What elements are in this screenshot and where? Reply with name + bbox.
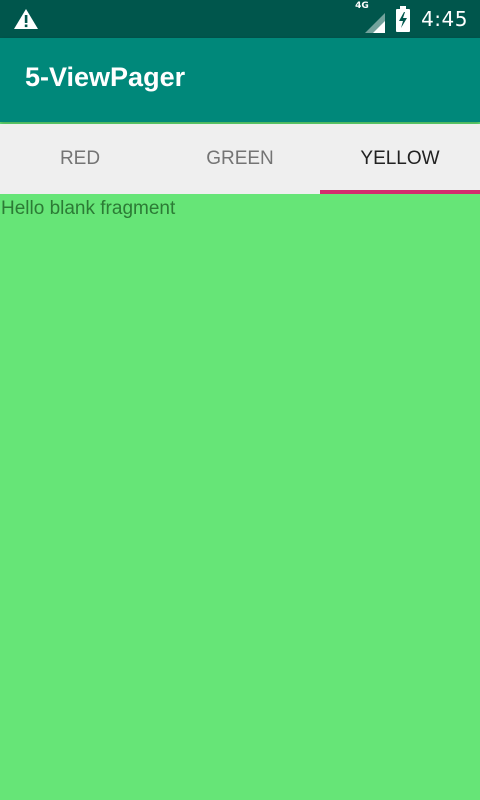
tab-green-label: GREEN	[206, 148, 274, 169]
signal-indicator: 4G	[355, 1, 386, 33]
signal-icon	[365, 13, 386, 33]
fragment-content: Hello blank fragment	[0, 194, 480, 800]
network-type-label: 4G	[355, 1, 369, 11]
tab-bar: RED GREEN YELLOW	[0, 124, 480, 194]
phone-screen: 4G 4:45 5-ViewPager RED GREEN YELLOW Hel…	[0, 0, 480, 800]
app-bar: 5-ViewPager	[0, 38, 480, 122]
tab-yellow-label: YELLOW	[360, 148, 440, 169]
fragment-text: Hello blank fragment	[1, 198, 176, 219]
status-bar: 4G 4:45	[0, 0, 480, 38]
warning-icon	[14, 9, 38, 29]
status-time: 4:45	[421, 7, 468, 31]
tab-green[interactable]: GREEN	[160, 124, 320, 194]
tab-yellow[interactable]: YELLOW	[320, 124, 480, 194]
tab-red[interactable]: RED	[0, 124, 160, 194]
tab-red-label: RED	[59, 148, 101, 169]
app-title: 5-ViewPager	[25, 62, 186, 92]
battery-charging-icon	[396, 6, 411, 32]
status-right-group: 4G 4:45	[355, 0, 468, 38]
